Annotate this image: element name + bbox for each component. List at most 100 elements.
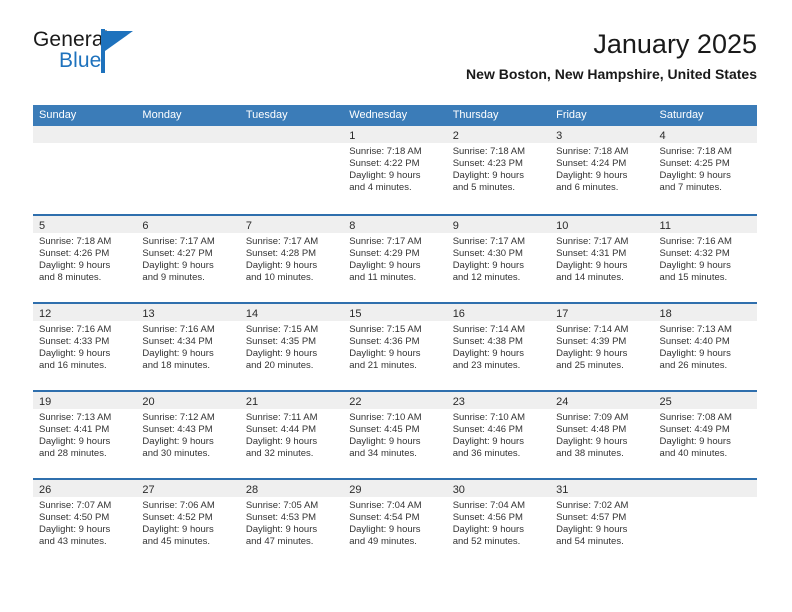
sunrise-text: Sunrise: 7:02 AM (556, 500, 629, 511)
general-blue-logo[interactable]: General Blue (33, 28, 233, 84)
sunrise-text: Sunrise: 7:18 AM (452, 146, 526, 157)
sunrise-text: Sunrise: 7:17 AM (245, 236, 319, 247)
day-cell[interactable]: 27 Sunrise: 7:06 AM Sunset: 4:52 PM Dayl… (136, 480, 240, 566)
day-details: Sunrise: 7:16 AM Sunset: 4:33 PM Dayligh… (33, 321, 136, 372)
sunrise-text: Sunrise: 7:13 AM (39, 412, 112, 423)
day-cell[interactable]: 9 Sunrise: 7:17 AM Sunset: 4:30 PM Dayli… (446, 216, 551, 302)
daylight-text-line1: Daylight: 9 hours (142, 348, 214, 360)
weekday-header-thursday: Thursday (452, 109, 499, 121)
day-number-band: 26 (33, 480, 137, 497)
day-cell[interactable]: 19 Sunrise: 7:13 AM Sunset: 4:41 PM Dayl… (33, 392, 137, 478)
day-number: 25 (659, 396, 672, 408)
sunset-text: Sunset: 4:26 PM (39, 248, 110, 260)
day-cell[interactable]: 22 Sunrise: 7:10 AM Sunset: 4:45 PM Dayl… (343, 392, 447, 478)
sunset-text: Sunset: 4:46 PM (452, 424, 523, 436)
day-number-band: 1 (343, 126, 447, 143)
day-cell[interactable]: 14 Sunrise: 7:15 AM Sunset: 4:35 PM Dayl… (239, 304, 344, 390)
day-cell[interactable]: 3 Sunrise: 7:18 AM Sunset: 4:24 PM Dayli… (550, 126, 654, 212)
weekday-header-friday: Friday (556, 109, 587, 121)
day-number-band: 15 (343, 304, 447, 321)
day-cell[interactable]: 20 Sunrise: 7:12 AM Sunset: 4:43 PM Dayl… (136, 392, 240, 478)
day-details (33, 143, 136, 146)
day-cell[interactable]: 30 Sunrise: 7:04 AM Sunset: 4:56 PM Dayl… (446, 480, 551, 566)
daylight-text-line1: Daylight: 9 hours (452, 524, 524, 536)
day-number-band: 28 (239, 480, 344, 497)
day-number-band (239, 126, 344, 143)
day-number-band: 8 (343, 216, 447, 233)
day-cell[interactable]: 16 Sunrise: 7:14 AM Sunset: 4:38 PM Dayl… (446, 304, 551, 390)
sunset-text: Sunset: 4:44 PM (245, 424, 317, 436)
day-details: Sunrise: 7:02 AM Sunset: 4:57 PM Dayligh… (550, 497, 653, 548)
day-details: Sunrise: 7:13 AM Sunset: 4:41 PM Dayligh… (33, 409, 136, 460)
day-cell[interactable]: 10 Sunrise: 7:17 AM Sunset: 4:31 PM Dayl… (550, 216, 654, 302)
day-cell[interactable]: 21 Sunrise: 7:11 AM Sunset: 4:44 PM Dayl… (239, 392, 344, 478)
day-cell[interactable]: 13 Sunrise: 7:16 AM Sunset: 4:34 PM Dayl… (136, 304, 240, 390)
day-number-band (653, 480, 757, 497)
day-details: Sunrise: 7:15 AM Sunset: 4:36 PM Dayligh… (343, 321, 446, 372)
day-cell[interactable]: 11 Sunrise: 7:16 AM Sunset: 4:32 PM Dayl… (653, 216, 757, 302)
day-number-band: 21 (239, 392, 344, 409)
day-cell[interactable]: 12 Sunrise: 7:16 AM Sunset: 4:33 PM Dayl… (33, 304, 137, 390)
daylight-text-line2: and 12 minutes. (452, 272, 521, 284)
day-cell[interactable]: 5 Sunrise: 7:18 AM Sunset: 4:26 PM Dayli… (33, 216, 137, 302)
day-cell[interactable]: 31 Sunrise: 7:02 AM Sunset: 4:57 PM Dayl… (550, 480, 654, 566)
sunset-text: Sunset: 4:25 PM (659, 158, 730, 170)
day-cell[interactable] (33, 126, 137, 212)
day-number: 11 (659, 220, 671, 232)
day-details: Sunrise: 7:04 AM Sunset: 4:56 PM Dayligh… (447, 497, 550, 548)
day-cell[interactable]: 15 Sunrise: 7:15 AM Sunset: 4:36 PM Dayl… (343, 304, 447, 390)
day-cell[interactable]: 17 Sunrise: 7:14 AM Sunset: 4:39 PM Dayl… (550, 304, 654, 390)
day-number: 23 (452, 396, 465, 408)
day-cell[interactable] (653, 480, 757, 566)
day-details: Sunrise: 7:18 AM Sunset: 4:23 PM Dayligh… (447, 143, 550, 194)
sunrise-text: Sunrise: 7:17 AM (142, 236, 215, 247)
week-row: 12 Sunrise: 7:16 AM Sunset: 4:33 PM Dayl… (33, 302, 757, 390)
daylight-text-line2: and 34 minutes. (349, 448, 417, 460)
day-number-band: 27 (136, 480, 240, 497)
sunrise-text: Sunrise: 7:15 AM (349, 324, 422, 335)
day-cell[interactable]: 1 Sunrise: 7:18 AM Sunset: 4:22 PM Dayli… (343, 126, 447, 212)
sunrise-text: Sunrise: 7:11 AM (245, 412, 318, 423)
calendar-grid: Sunday Monday Tuesday Wednesday Thursday… (33, 105, 757, 566)
day-cell[interactable]: 4 Sunrise: 7:18 AM Sunset: 4:25 PM Dayli… (653, 126, 757, 212)
day-cell[interactable]: 6 Sunrise: 7:17 AM Sunset: 4:27 PM Dayli… (136, 216, 240, 302)
day-cell[interactable]: 7 Sunrise: 7:17 AM Sunset: 4:28 PM Dayli… (239, 216, 344, 302)
sunrise-text: Sunrise: 7:09 AM (556, 412, 629, 423)
day-details: Sunrise: 7:14 AM Sunset: 4:39 PM Dayligh… (550, 321, 653, 372)
sunrise-text: Sunrise: 7:18 AM (349, 146, 422, 157)
day-cell[interactable]: 28 Sunrise: 7:05 AM Sunset: 4:53 PM Dayl… (239, 480, 344, 566)
day-cell[interactable]: 23 Sunrise: 7:10 AM Sunset: 4:46 PM Dayl… (446, 392, 551, 478)
daylight-text-line2: and 8 minutes. (39, 272, 102, 284)
day-cell[interactable]: 26 Sunrise: 7:07 AM Sunset: 4:50 PM Dayl… (33, 480, 137, 566)
daylight-text-line1: Daylight: 9 hours (349, 170, 421, 182)
week-row: 5 Sunrise: 7:18 AM Sunset: 4:26 PM Dayli… (33, 214, 757, 302)
sail-flag-icon (101, 29, 133, 73)
sunset-text: Sunset: 4:36 PM (349, 336, 420, 348)
weekday-header-sunday: Sunday (39, 109, 77, 121)
day-cell[interactable] (136, 126, 240, 212)
daylight-text-line1: Daylight: 9 hours (659, 348, 731, 360)
day-cell[interactable]: 8 Sunrise: 7:17 AM Sunset: 4:29 PM Dayli… (343, 216, 447, 302)
day-cell[interactable]: 18 Sunrise: 7:13 AM Sunset: 4:40 PM Dayl… (653, 304, 757, 390)
day-cell[interactable]: 2 Sunrise: 7:18 AM Sunset: 4:23 PM Dayli… (446, 126, 551, 212)
sunrise-text: Sunrise: 7:06 AM (142, 500, 215, 511)
day-number-band: 3 (550, 126, 654, 143)
day-details: Sunrise: 7:17 AM Sunset: 4:31 PM Dayligh… (550, 233, 653, 284)
sunset-text: Sunset: 4:22 PM (349, 158, 420, 170)
day-cell[interactable]: 29 Sunrise: 7:04 AM Sunset: 4:54 PM Dayl… (343, 480, 447, 566)
day-cell[interactable] (239, 126, 344, 212)
sunrise-text: Sunrise: 7:05 AM (245, 500, 319, 511)
day-number-band: 12 (33, 304, 137, 321)
sunrise-text: Sunrise: 7:17 AM (349, 236, 422, 247)
sunrise-text: Sunrise: 7:04 AM (349, 500, 422, 511)
day-number-band (33, 126, 137, 143)
sunset-text: Sunset: 4:28 PM (245, 248, 317, 260)
daylight-text-line1: Daylight: 9 hours (142, 524, 214, 536)
day-cell[interactable]: 25 Sunrise: 7:08 AM Sunset: 4:49 PM Dayl… (653, 392, 757, 478)
day-details: Sunrise: 7:10 AM Sunset: 4:45 PM Dayligh… (343, 409, 446, 460)
day-number-band: 30 (446, 480, 551, 497)
day-details: Sunrise: 7:18 AM Sunset: 4:26 PM Dayligh… (33, 233, 136, 284)
day-details: Sunrise: 7:18 AM Sunset: 4:24 PM Dayligh… (550, 143, 653, 194)
sunrise-text: Sunrise: 7:10 AM (349, 412, 422, 423)
day-cell[interactable]: 24 Sunrise: 7:09 AM Sunset: 4:48 PM Dayl… (550, 392, 654, 478)
